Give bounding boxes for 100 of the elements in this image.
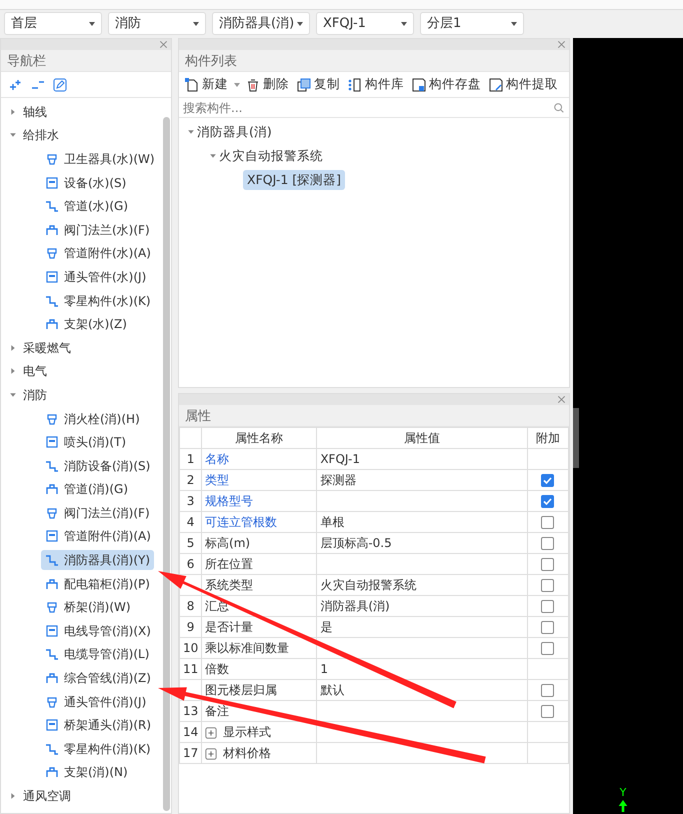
- caret-icon: [511, 22, 517, 26]
- property-value[interactable]: XFQJ-1: [316, 448, 528, 470]
- caret-icon: [234, 82, 240, 86]
- checkbox[interactable]: [541, 684, 554, 698]
- tree-item[interactable]: 桥架(消)(W): [41, 597, 135, 618]
- tree-item[interactable]: 消防器具(消)(Y): [41, 550, 154, 570]
- component-icon: [45, 600, 59, 614]
- tree-node[interactable]: 火灾自动报警系统: [219, 146, 323, 166]
- expand-icon[interactable]: [205, 748, 218, 760]
- checkbox[interactable]: [541, 621, 554, 634]
- component-icon: [45, 742, 59, 756]
- edit-icon[interactable]: [53, 78, 67, 92]
- tree-group[interactable]: 电气: [23, 362, 47, 380]
- toolbar-button[interactable]: 构件提取: [487, 75, 560, 94]
- tree-item[interactable]: 消火栓(消)(H): [41, 408, 144, 429]
- tree-item[interactable]: 管道附件(消)(A): [41, 526, 155, 546]
- dropdown[interactable]: XFQJ-1: [316, 12, 414, 35]
- expand-arrow-icon[interactable]: [9, 344, 17, 352]
- component-icon: [45, 624, 59, 638]
- tree-item[interactable]: 零星构件(水)(K): [41, 290, 155, 311]
- tree-item[interactable]: 通头管件(水)(J): [41, 266, 150, 287]
- expand-arrow-icon[interactable]: [9, 367, 17, 376]
- component-icon: [45, 317, 59, 332]
- tree-item[interactable]: 支架(消)(N): [41, 762, 132, 782]
- search-icon[interactable]: [553, 102, 565, 114]
- toolbar-button[interactable]: 复制: [295, 75, 342, 94]
- tree-item[interactable]: 阀门法兰(水)(F): [41, 220, 154, 240]
- checkbox[interactable]: [541, 705, 554, 718]
- property-name: 材料价格: [223, 746, 272, 760]
- property-value[interactable]: 是: [316, 616, 528, 638]
- panel-title: 导航栏: [1, 50, 171, 72]
- drawing-canvas[interactable]: Y: [573, 38, 683, 814]
- property-value[interactable]: 层顶标高-0.5: [316, 532, 528, 554]
- collapse-arrow-icon[interactable]: [9, 390, 17, 399]
- close-icon[interactable]: [159, 40, 168, 49]
- toolbar-button[interactable]: 构件库: [346, 75, 406, 94]
- tree-item[interactable]: 电线导管(消)(X): [41, 620, 155, 641]
- save-icon: [412, 78, 426, 92]
- caret-icon: [297, 22, 303, 26]
- collapse-arrow-icon[interactable]: [209, 152, 217, 160]
- property-name: 类型: [202, 470, 317, 490]
- scrollbar[interactable]: [573, 408, 579, 468]
- property-value[interactable]: 探测器: [316, 470, 528, 490]
- close-icon[interactable]: [557, 40, 566, 49]
- tree-group[interactable]: 轴线: [23, 102, 47, 121]
- tree-item[interactable]: 通头管件(消)(J): [41, 692, 150, 712]
- expand-arrow-icon[interactable]: [9, 792, 17, 800]
- list-icon: [348, 78, 362, 92]
- tree-item[interactable]: 设备(水)(S): [41, 172, 130, 193]
- dropdown[interactable]: 消防: [108, 12, 206, 35]
- tree-item[interactable]: XFQJ-1 [探测器]: [243, 170, 346, 190]
- tree-item[interactable]: 喷头(消)(T): [41, 432, 130, 452]
- checkbox[interactable]: [541, 537, 554, 550]
- toolbar-button[interactable]: 删除: [244, 75, 291, 94]
- tree-group[interactable]: 给排水: [23, 126, 59, 144]
- tree-group[interactable]: 通风空调: [23, 787, 71, 806]
- dropdown[interactable]: 首层: [4, 12, 102, 35]
- property-name: 显示样式: [223, 725, 272, 739]
- add-icon[interactable]: [9, 78, 23, 92]
- tree-item[interactable]: 阀门法兰(消)(F): [41, 502, 154, 523]
- checkbox[interactable]: [541, 495, 554, 508]
- scrollbar[interactable]: [163, 117, 170, 811]
- dropdown[interactable]: 分层1: [420, 12, 524, 35]
- tree-item[interactable]: 零星构件(消)(K): [41, 738, 155, 759]
- checkbox[interactable]: [541, 474, 554, 488]
- checkbox[interactable]: [541, 600, 554, 614]
- tree-group[interactable]: 采暖燃气: [23, 338, 71, 357]
- tree-item[interactable]: 电缆导管(消)(L): [41, 644, 154, 664]
- expand-icon[interactable]: [205, 726, 218, 739]
- property-value[interactable]: 火灾自动报警系统: [316, 574, 528, 596]
- dropdown[interactable]: 消防器具(消): [212, 12, 310, 35]
- property-value[interactable]: 消防器具(消): [316, 596, 528, 616]
- tree-item[interactable]: 综合管线(消)(Z): [41, 668, 155, 688]
- tree-item[interactable]: 配电箱柜(消)(P): [41, 574, 154, 594]
- tree-item[interactable]: 卫生器具(水)(W): [41, 148, 159, 169]
- toolbar-button[interactable]: 构件存盘: [410, 75, 483, 94]
- tree-item[interactable]: 管道附件(水)(A): [41, 243, 155, 264]
- tree-item[interactable]: 消防设备(消)(S): [41, 456, 154, 476]
- row-number: 8: [180, 596, 202, 616]
- row-number: 5: [180, 532, 202, 554]
- property-value[interactable]: 单根: [316, 512, 528, 532]
- tree-node[interactable]: 消防器具(消): [197, 122, 272, 142]
- component-icon: [45, 671, 59, 686]
- component-icon: [45, 576, 59, 591]
- caret-icon: [193, 22, 199, 26]
- expand-arrow-icon[interactable]: [9, 108, 17, 116]
- row-number: 2: [180, 470, 202, 490]
- collapse-arrow-icon[interactable]: [187, 128, 195, 136]
- checkbox[interactable]: [541, 516, 554, 530]
- checkbox[interactable]: [541, 642, 554, 656]
- collapse-arrow-icon[interactable]: [9, 131, 17, 140]
- tree-item[interactable]: 桥架通头(消)(R): [41, 715, 156, 736]
- toolbar-button[interactable]: 新建: [183, 75, 230, 94]
- close-icon[interactable]: [557, 395, 566, 404]
- checkbox[interactable]: [541, 558, 554, 572]
- tree-item[interactable]: 管道(水)(G): [41, 196, 132, 216]
- tree-item[interactable]: 管道(消)(G): [41, 479, 132, 500]
- checkbox[interactable]: [541, 579, 554, 592]
- tree-item[interactable]: 支架(水)(Z): [41, 314, 131, 334]
- tree-group[interactable]: 消防: [23, 386, 47, 404]
